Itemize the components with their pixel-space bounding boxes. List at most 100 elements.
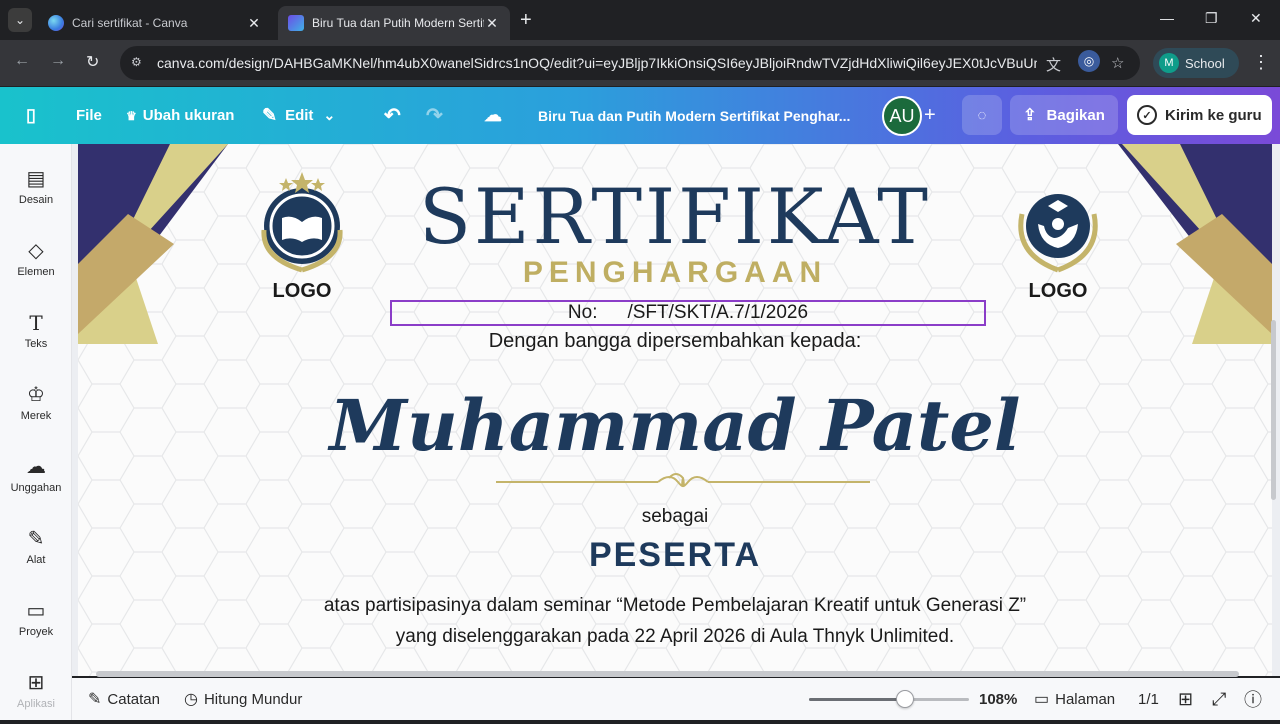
submit-to-teacher-button[interactable]: ✓ Kirim ke guru xyxy=(1127,95,1272,135)
zoom-slider-handle[interactable] xyxy=(896,690,914,708)
new-tab-button[interactable]: + xyxy=(520,10,532,30)
reload-icon[interactable]: ↻ xyxy=(86,52,99,72)
chevron-down-icon: ⌄ xyxy=(14,13,26,27)
lens-icon[interactable]: ◎ xyxy=(1078,50,1100,72)
grid-view-icon[interactable]: ⊞ xyxy=(1178,678,1193,720)
sidebar-item-teks[interactable]: T Teks xyxy=(0,304,72,364)
role-title: PESERTA xyxy=(588,536,762,574)
page-count[interactable]: 1/1 xyxy=(1138,678,1159,720)
number-label: No: xyxy=(567,302,598,323)
sidebar-item-desain[interactable]: ▤ Desain xyxy=(0,160,72,220)
share-button[interactable]: ⇪ Bagikan xyxy=(1010,95,1118,135)
panel-toggle-icon[interactable]: ▯ xyxy=(26,87,36,144)
edit-menu-button[interactable]: ✎ Edit ⌄ xyxy=(262,87,335,144)
resize-label: Ubah ukuran xyxy=(142,107,235,124)
translate-icon[interactable]: 文 xyxy=(1046,54,1061,75)
bookmark-star-icon[interactable]: ☆ xyxy=(1111,54,1124,72)
close-icon[interactable]: ✕ xyxy=(484,15,500,32)
sidebar-item-unggahan[interactable]: ☁ Unggahan xyxy=(0,448,72,508)
layout-icon: ▤ xyxy=(26,168,46,190)
address-bar-row: ← → ↻ ⚙ canva.com/design/DAHBGaMKNel/hm4… xyxy=(0,40,1280,86)
as-label: sebagai xyxy=(641,506,709,527)
apps-grid-icon: ⊞ xyxy=(27,672,45,694)
close-window-icon[interactable]: ✕ xyxy=(1250,10,1262,27)
left-sidebar: ▤ Desain ◇ Elemen T Teks ♔ Merek ☁ Ungga… xyxy=(0,144,72,720)
canva-favicon-icon xyxy=(48,15,64,31)
url-input[interactable]: ⚙ canva.com/design/DAHBGaMKNel/hm4ubX0wa… xyxy=(120,46,1140,80)
notes-button[interactable]: ✎ Catatan xyxy=(88,678,160,720)
shapes-icon: ◇ xyxy=(28,240,44,262)
certificate-number-textbox[interactable]: No: /SFT/SKT/A.7/1/2026 xyxy=(390,300,986,326)
profile-label: School xyxy=(1185,55,1225,71)
horizontal-scrollbar[interactable] xyxy=(96,671,1239,677)
pages-button[interactable]: ▭ Halaman xyxy=(1034,678,1115,720)
forward-arrow-icon[interactable]: → xyxy=(50,52,66,70)
zoom-level[interactable]: 108% xyxy=(979,678,1017,720)
certificate-page[interactable]: SERTIFIKAT PENGHARGAAN LOGO LOGO No: /SF… xyxy=(78,144,1272,676)
sidebar-item-proyek[interactable]: ▭ Proyek xyxy=(0,592,72,652)
certificate-title: SERTIFIKAT xyxy=(418,172,931,261)
browser-menu-icon[interactable]: ⋮ xyxy=(1252,52,1270,73)
pages-icon: ▭ xyxy=(1034,691,1050,708)
sidebar-item-elemen[interactable]: ◇ Elemen xyxy=(0,232,72,292)
presented-to-text: Dengan bangga dipersembahkan kepada: xyxy=(488,330,862,352)
sidebar-item-alat[interactable]: ✎ Alat xyxy=(0,520,72,580)
tab-title: Biru Tua dan Putih Modern Sertifikat Pen… xyxy=(312,16,484,30)
description-line-2: yang diselenggarakan pada 22 April 2026 … xyxy=(395,626,955,647)
number-value: /SFT/SKT/A.7/1/2026 xyxy=(627,302,809,323)
editor-footer: ✎ Catatan ◷ Hitung Mundur 108% ▭ Halaman… xyxy=(72,678,1280,720)
sidebar-item-label: Desain xyxy=(18,194,54,206)
zoom-slider[interactable] xyxy=(809,690,969,708)
avatar[interactable]: AU xyxy=(882,96,922,136)
vertical-scrollbar[interactable] xyxy=(1271,320,1276,500)
left-logo-label: LOGO xyxy=(272,280,332,302)
profile-avatar: M xyxy=(1159,53,1179,73)
sidebar-item-label: Aplikasi xyxy=(17,698,55,710)
tab-title: Cari sertifikat - Canva xyxy=(72,16,188,30)
canva-design-favicon-icon xyxy=(288,15,304,31)
zoom-slider-fill xyxy=(809,698,905,701)
timer-icon: ◷ xyxy=(184,691,198,708)
text-icon: T xyxy=(29,311,43,335)
fullscreen-icon[interactable]: ⤢ xyxy=(1212,678,1226,720)
browser-tab-search[interactable]: Cari sertifikat - Canva ✕ xyxy=(38,6,272,40)
browser-tab-design[interactable]: Biru Tua dan Putih Modern Sertifikat Pen… xyxy=(278,6,510,40)
help-icon[interactable]: ⓘ xyxy=(1244,678,1262,720)
sidebar-item-aplikasi[interactable]: ⊞ Aplikasi xyxy=(0,664,72,724)
undo-icon[interactable]: ↶ xyxy=(384,87,401,144)
edit-label: Edit xyxy=(285,107,314,124)
profile-button[interactable]: M School xyxy=(1153,48,1239,78)
cloud-saved-icon[interactable]: ☁ xyxy=(484,87,502,144)
sidebar-item-label: Proyek xyxy=(18,626,54,638)
sidebar-item-label: Elemen xyxy=(17,266,55,278)
file-menu-button[interactable]: File xyxy=(76,87,102,144)
sidebar-item-label: Merek xyxy=(20,410,52,422)
upload-cloud-icon: ☁ xyxy=(26,456,46,478)
resize-button[interactable]: ♛ Ubah ukuran xyxy=(126,87,234,144)
pencil-icon: ✎ xyxy=(262,105,278,125)
brand-icon: ♔ xyxy=(27,384,45,406)
timer-label: Hitung Mundur xyxy=(203,690,303,708)
countdown-timer-button[interactable]: ◷ Hitung Mundur xyxy=(184,678,302,720)
sidebar-item-label: Teks xyxy=(24,338,48,350)
notes-icon: ✎ xyxy=(88,691,102,708)
sidebar-item-label: Alat xyxy=(26,554,46,566)
sidebar-item-label: Unggahan xyxy=(10,482,62,494)
tab-search-button[interactable]: ⌄ xyxy=(8,8,32,32)
design-canvas-area: SERTIFIKAT PENGHARGAAN LOGO LOGO No: /SF… xyxy=(72,144,1280,676)
design-title[interactable]: Biru Tua dan Putih Modern Sertifikat Pen… xyxy=(538,87,850,144)
chevron-down-icon: ⌄ xyxy=(323,107,336,123)
redo-icon[interactable]: ↷ xyxy=(426,87,443,144)
share-upload-icon: ⇪ xyxy=(1023,107,1037,124)
draw-pen-icon: ✎ xyxy=(27,528,45,550)
sidebar-item-merek[interactable]: ♔ Merek xyxy=(0,376,72,436)
add-collaborator-icon[interactable]: + xyxy=(924,104,936,127)
site-settings-icon[interactable]: ⚙ xyxy=(131,55,147,71)
url-text: canva.com/design/DAHBGaMKNel/hm4ubX0wane… xyxy=(157,55,1037,71)
right-logo-label: LOGO xyxy=(1028,280,1088,302)
back-arrow-icon[interactable]: ← xyxy=(14,52,30,70)
restore-icon[interactable]: ❐ xyxy=(1205,10,1218,27)
minimize-icon[interactable]: — xyxy=(1160,10,1174,26)
comment-icon[interactable]: ◌ xyxy=(962,95,1002,135)
close-icon[interactable]: ✕ xyxy=(246,15,262,32)
